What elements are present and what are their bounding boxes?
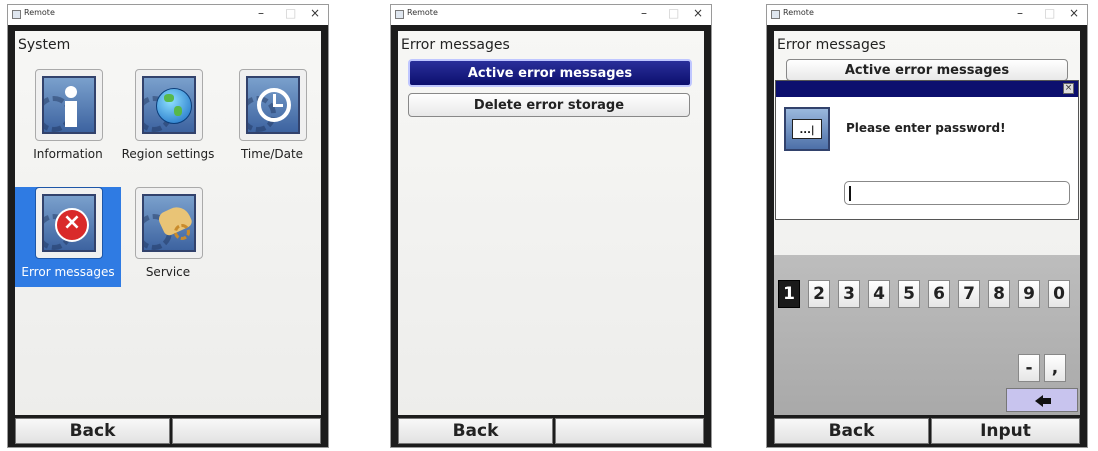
information-icon bbox=[42, 76, 96, 134]
page-title: Error messages bbox=[777, 37, 886, 53]
right-softkey[interactable] bbox=[555, 418, 704, 444]
key-2[interactable]: 2 bbox=[808, 280, 830, 308]
remote-window-error-messages: Remote – □ × Error messages Active error… bbox=[390, 4, 712, 448]
window-title: Remote bbox=[407, 8, 438, 17]
active-error-messages-button[interactable]: Active error messages bbox=[786, 59, 1068, 81]
key-3[interactable]: 3 bbox=[838, 280, 860, 308]
minimize-button[interactable]: – bbox=[1017, 6, 1023, 20]
key-4[interactable]: 4 bbox=[868, 280, 890, 308]
password-dialog: × ...| Please enter password! bbox=[775, 80, 1079, 220]
remote-window-password: Remote – □ × Error messages Active error… bbox=[766, 4, 1088, 448]
delete-error-storage-button[interactable]: Delete error storage bbox=[408, 93, 690, 117]
key-9[interactable]: 9 bbox=[1018, 280, 1040, 308]
page-title: Error messages bbox=[401, 37, 510, 53]
title-bar: Remote – □ × bbox=[767, 5, 1087, 25]
active-error-messages-button[interactable]: Active error messages bbox=[408, 59, 692, 87]
softkey-bar: Back Input bbox=[774, 418, 1080, 444]
app-icon bbox=[395, 10, 404, 19]
title-bar: Remote – □ × bbox=[8, 5, 328, 25]
error-icon: × bbox=[42, 194, 96, 252]
close-button[interactable]: × bbox=[1069, 6, 1079, 20]
tile-frame bbox=[135, 69, 203, 141]
key-0[interactable]: 0 bbox=[1048, 280, 1070, 308]
minimize-button[interactable]: – bbox=[258, 6, 264, 20]
close-button[interactable]: × bbox=[693, 6, 703, 20]
tile-information[interactable]: Information bbox=[15, 69, 121, 169]
key-8[interactable]: 8 bbox=[988, 280, 1010, 308]
app-icon bbox=[771, 10, 780, 19]
dialog-title-bar: × bbox=[776, 81, 1078, 97]
right-softkey[interactable] bbox=[172, 418, 321, 444]
softkey-bar: Back bbox=[15, 418, 321, 444]
tile-error-messages[interactable]: × Error messages bbox=[15, 187, 121, 287]
tile-time-date[interactable]: Time/Date bbox=[219, 69, 325, 169]
tile-service[interactable]: Service bbox=[115, 187, 221, 287]
clock-icon bbox=[246, 76, 300, 134]
service-hand-icon bbox=[142, 194, 196, 252]
maximize-button[interactable]: □ bbox=[1044, 6, 1055, 20]
key-comma[interactable]: , bbox=[1044, 354, 1066, 382]
tile-label: Region settings bbox=[121, 147, 215, 161]
window-title: Remote bbox=[24, 8, 55, 17]
password-dots-icon: ...| bbox=[784, 107, 830, 151]
back-softkey[interactable]: Back bbox=[15, 418, 170, 444]
maximize-button[interactable]: □ bbox=[285, 6, 296, 20]
key-5[interactable]: 5 bbox=[898, 280, 920, 308]
minimize-button[interactable]: – bbox=[641, 6, 647, 20]
page-title: System bbox=[18, 37, 71, 53]
text-cursor bbox=[849, 186, 851, 201]
tile-label: Error messages bbox=[21, 265, 115, 279]
input-softkey[interactable]: Input bbox=[931, 418, 1080, 444]
device-screen: Error messages Active error messages × .… bbox=[774, 31, 1080, 415]
backspace-key[interactable] bbox=[1006, 388, 1078, 412]
device-screen: System Information Region settings Time/… bbox=[15, 31, 321, 415]
tile-frame bbox=[35, 69, 103, 141]
key-6[interactable]: 6 bbox=[928, 280, 950, 308]
password-input[interactable] bbox=[844, 181, 1070, 205]
close-box-icon[interactable]: × bbox=[1063, 83, 1074, 94]
remote-window-system: Remote – □ × System Information Region s… bbox=[7, 4, 329, 448]
key-1[interactable]: 1 bbox=[778, 280, 800, 308]
keypad-panel: 1 2 3 4 5 6 7 8 9 0 - , bbox=[774, 255, 1080, 415]
globe-icon bbox=[142, 76, 196, 134]
tile-frame bbox=[135, 187, 203, 259]
tile-label: Service bbox=[145, 265, 191, 279]
tile-label: Time/Date bbox=[240, 147, 304, 161]
window-title: Remote bbox=[783, 8, 814, 17]
back-softkey[interactable]: Back bbox=[774, 418, 929, 444]
back-softkey[interactable]: Back bbox=[398, 418, 553, 444]
maximize-button[interactable]: □ bbox=[668, 6, 679, 20]
app-icon bbox=[12, 10, 21, 19]
tile-frame bbox=[239, 69, 307, 141]
softkey-bar: Back bbox=[398, 418, 704, 444]
tile-label: Information bbox=[33, 147, 103, 161]
tile-region-settings[interactable]: Region settings bbox=[115, 69, 221, 169]
tile-frame: × bbox=[35, 187, 103, 259]
device-screen: Error messages Active error messages Del… bbox=[398, 31, 704, 415]
key-7[interactable]: 7 bbox=[958, 280, 980, 308]
title-bar: Remote – □ × bbox=[391, 5, 711, 25]
close-button[interactable]: × bbox=[310, 6, 320, 20]
dialog-message: Please enter password! bbox=[846, 121, 1006, 135]
key-minus[interactable]: - bbox=[1018, 354, 1040, 382]
